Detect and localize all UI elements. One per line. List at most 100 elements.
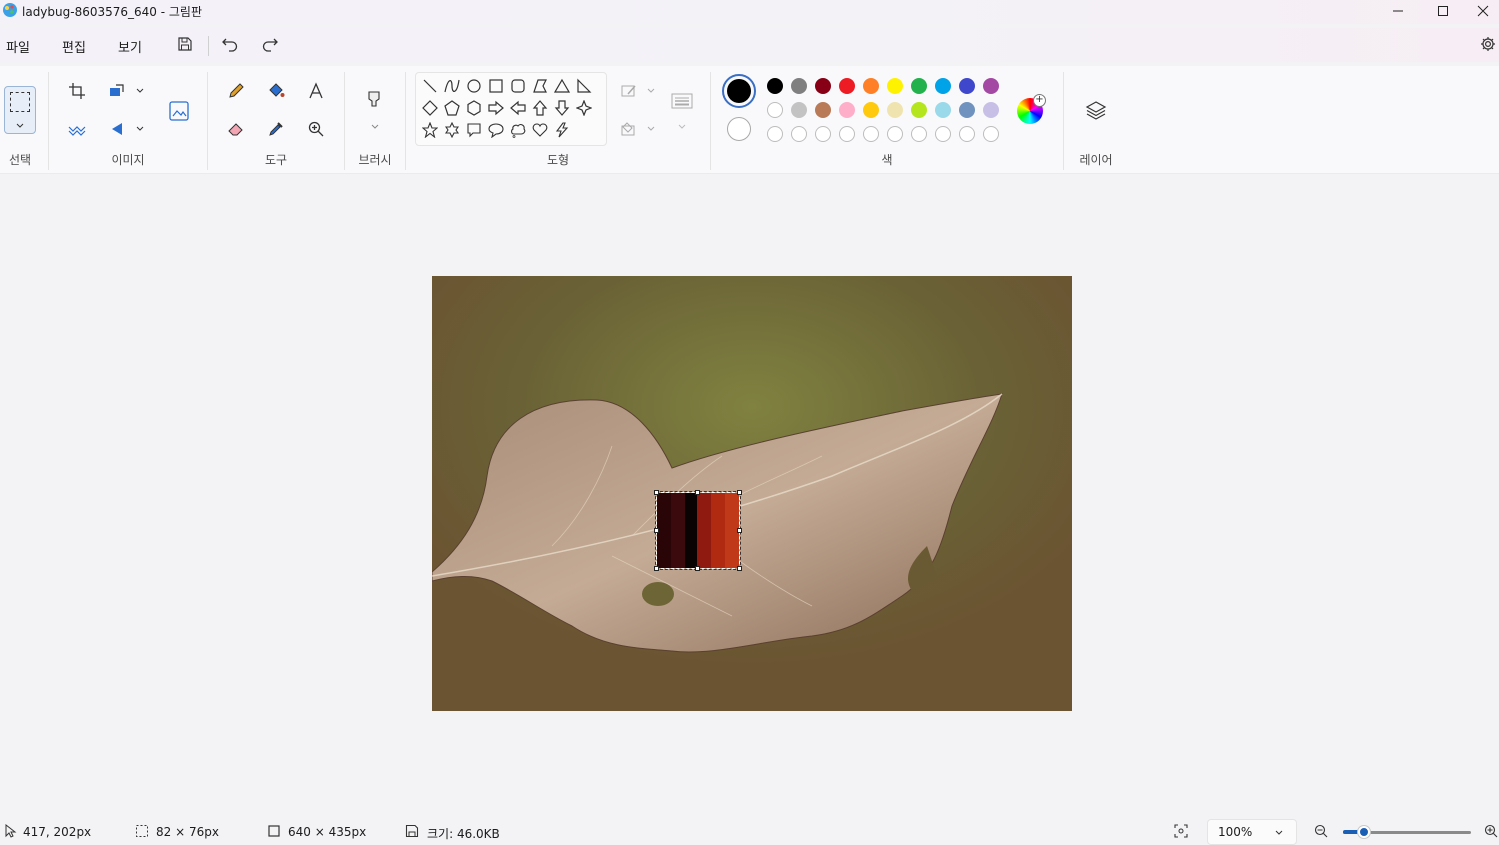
heart-shape[interactable] — [532, 122, 550, 140]
resize-handle[interactable] — [654, 566, 659, 571]
palette-color-swatch[interactable] — [959, 102, 975, 118]
resize-handle[interactable] — [737, 566, 742, 571]
resize-handle[interactable] — [695, 490, 700, 495]
palette-color-swatch[interactable] — [815, 78, 831, 94]
selection-rectangle[interactable] — [655, 491, 741, 570]
custom-color-slot[interactable] — [791, 126, 807, 142]
menu-edit[interactable]: 편집 — [62, 37, 86, 56]
curve-shape[interactable] — [444, 78, 462, 96]
down-arrow-shape[interactable] — [554, 100, 572, 118]
save-button[interactable] — [175, 34, 195, 54]
minimize-button[interactable] — [1375, 0, 1421, 22]
brushes-button[interactable] — [363, 88, 385, 110]
palette-color-swatch[interactable] — [791, 78, 807, 94]
six-point-star-shape[interactable] — [444, 121, 462, 140]
menu-view[interactable]: 보기 — [118, 37, 142, 56]
right-triangle-shape[interactable] — [576, 78, 594, 96]
custom-color-slot[interactable] — [983, 126, 999, 142]
polygon-shape[interactable] — [532, 78, 550, 96]
rounded-rectangle-shape[interactable] — [510, 78, 528, 96]
palette-color-swatch[interactable] — [839, 78, 855, 94]
lightning-shape[interactable] — [554, 122, 572, 140]
palette-color-swatch[interactable] — [863, 78, 879, 94]
primary-color-swatch[interactable] — [722, 74, 756, 108]
secondary-color-swatch[interactable] — [727, 117, 751, 141]
palette-color-swatch[interactable] — [911, 102, 927, 118]
select-tool-button[interactable] — [4, 86, 36, 134]
palette-color-swatch[interactable] — [887, 78, 903, 94]
layers-button[interactable] — [1084, 98, 1108, 122]
chevron-down-icon[interactable] — [677, 122, 687, 132]
settings-button[interactable] — [1478, 34, 1498, 54]
hexagon-shape[interactable] — [466, 100, 484, 118]
palette-color-swatch[interactable] — [911, 78, 927, 94]
chevron-down-icon[interactable] — [135, 124, 145, 134]
menu-file[interactable]: 파일 — [6, 37, 30, 56]
four-point-star-shape[interactable] — [575, 99, 594, 118]
resize-handle[interactable] — [654, 490, 659, 495]
right-arrow-shape[interactable] — [488, 100, 506, 118]
palette-color-swatch[interactable] — [887, 102, 903, 118]
chevron-down-icon[interactable] — [646, 124, 656, 134]
zoom-out-icon[interactable] — [1314, 824, 1328, 838]
maximize-button[interactable] — [1420, 0, 1466, 22]
crop-button[interactable] — [66, 80, 88, 102]
triangle-shape[interactable] — [553, 78, 572, 96]
zoom-dropdown[interactable]: 100% — [1207, 819, 1297, 845]
zoom-in-icon[interactable] — [1484, 824, 1498, 838]
fill-style-button[interactable] — [618, 118, 640, 140]
resize-handle[interactable] — [695, 566, 700, 571]
magnifier-button[interactable] — [305, 118, 327, 140]
chevron-down-icon[interactable] — [646, 86, 656, 96]
custom-color-slot[interactable] — [911, 126, 927, 142]
redo-button[interactable] — [260, 34, 280, 54]
palette-color-swatch[interactable] — [767, 78, 783, 94]
palette-color-swatch[interactable] — [815, 102, 831, 118]
palette-color-swatch[interactable] — [959, 78, 975, 94]
five-point-star-shape[interactable] — [421, 121, 440, 140]
fit-to-window-icon[interactable] — [1174, 824, 1188, 838]
custom-color-slot[interactable] — [815, 126, 831, 142]
pentagon-shape[interactable] — [444, 100, 462, 118]
cloud-callout-shape[interactable] — [510, 122, 528, 140]
oval-shape[interactable] — [466, 78, 484, 96]
fill-button[interactable] — [265, 80, 287, 102]
palette-color-swatch[interactable] — [767, 102, 783, 118]
line-shape[interactable] — [422, 78, 440, 96]
image-effects-button[interactable] — [66, 118, 88, 140]
palette-color-swatch[interactable] — [791, 102, 807, 118]
undo-button[interactable] — [220, 34, 240, 54]
rect-callout-shape[interactable] — [466, 122, 484, 140]
outline-button[interactable] — [618, 80, 640, 102]
palette-color-swatch[interactable] — [863, 102, 879, 118]
resize-handle[interactable] — [654, 528, 659, 533]
resize-handle[interactable] — [737, 490, 742, 495]
zoom-slider-thumb[interactable] — [1358, 826, 1370, 838]
resize-button[interactable] — [106, 80, 128, 102]
image-generator-button[interactable] — [166, 98, 192, 124]
custom-color-slot[interactable] — [863, 126, 879, 142]
resize-handle[interactable] — [737, 528, 742, 533]
palette-color-swatch[interactable] — [935, 78, 951, 94]
left-arrow-shape[interactable] — [510, 100, 528, 118]
oval-callout-shape[interactable] — [488, 122, 506, 140]
palette-color-swatch[interactable] — [983, 102, 999, 118]
custom-color-slot[interactable] — [887, 126, 903, 142]
custom-color-slot[interactable] — [935, 126, 951, 142]
text-button[interactable] — [305, 80, 327, 102]
line-width-button[interactable] — [670, 90, 694, 112]
image-canvas[interactable] — [432, 276, 1072, 711]
chevron-down-icon[interactable] — [370, 122, 380, 132]
palette-color-swatch[interactable] — [839, 102, 855, 118]
palette-color-swatch[interactable] — [983, 78, 999, 94]
custom-color-slot[interactable] — [959, 126, 975, 142]
pencil-button[interactable] — [225, 80, 247, 102]
diamond-shape[interactable] — [422, 100, 440, 118]
chevron-down-icon[interactable] — [135, 86, 145, 96]
palette-color-swatch[interactable] — [935, 102, 951, 118]
rectangle-shape[interactable] — [488, 78, 506, 96]
rotate-button[interactable] — [106, 118, 128, 140]
close-button[interactable] — [1466, 0, 1499, 22]
up-arrow-shape[interactable] — [532, 100, 550, 118]
custom-color-slot[interactable] — [767, 126, 783, 142]
